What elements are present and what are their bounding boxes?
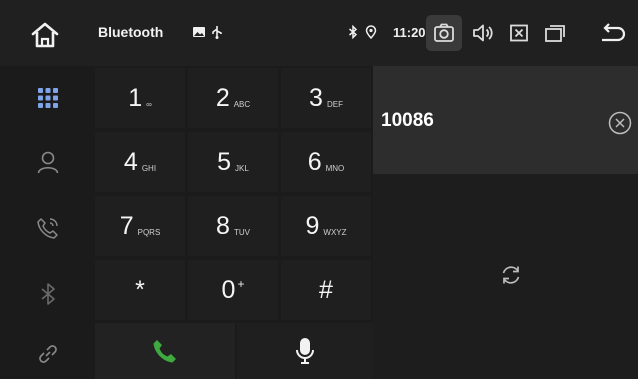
sidebar xyxy=(0,66,95,379)
dialpad-icon xyxy=(37,88,58,108)
recent-apps-icon[interactable] xyxy=(542,20,568,46)
key-2[interactable]: 2 ABC xyxy=(188,68,278,128)
back-icon[interactable] xyxy=(597,20,627,46)
key-hash[interactable]: # xyxy=(281,260,371,320)
bluetooth-icon xyxy=(40,283,55,305)
close-box-icon[interactable] xyxy=(506,20,532,46)
image-icon xyxy=(193,27,205,37)
number-display: 10086 xyxy=(373,66,638,174)
clock: 11:20 xyxy=(393,25,426,40)
usb-icon xyxy=(212,26,222,39)
phone-icon xyxy=(153,340,176,363)
key-1[interactable]: 1 ∞ xyxy=(95,68,185,128)
key-3[interactable]: 3 DEF xyxy=(281,68,371,128)
key-0[interactable]: 0 + xyxy=(188,260,278,320)
key-8[interactable]: 8 TUV xyxy=(188,196,278,256)
app-title: Bluetooth xyxy=(98,24,164,40)
sync-icon[interactable] xyxy=(498,262,524,288)
volume-icon[interactable] xyxy=(470,20,496,46)
call-actions xyxy=(95,323,373,379)
status-bar: Bluetooth 11:20 xyxy=(0,0,638,66)
clear-icon[interactable] xyxy=(607,110,633,136)
key-5[interactable]: 5 JKL xyxy=(188,132,278,192)
call-button[interactable] xyxy=(95,323,235,379)
results-panel xyxy=(373,174,638,379)
location-icon xyxy=(365,25,377,39)
sidebar-item-dialpad[interactable] xyxy=(0,68,95,128)
sidebar-item-call-log[interactable] xyxy=(0,198,95,258)
key-9[interactable]: 9 WXYZ xyxy=(281,196,371,256)
key-4[interactable]: 4 GHI xyxy=(95,132,185,192)
sidebar-item-link[interactable] xyxy=(0,324,95,379)
contacts-icon xyxy=(37,151,58,174)
key-7[interactable]: 7 PQRS xyxy=(95,196,185,256)
voice-button[interactable] xyxy=(237,323,373,379)
key-star[interactable]: * xyxy=(95,260,185,320)
microphone-icon xyxy=(296,338,314,364)
home-icon[interactable] xyxy=(28,18,62,52)
call-log-icon xyxy=(36,218,58,239)
keypad: 1 ∞ 2 ABC 3 DEF 4 GHI 5 JKL 6 MNO 7 PQRS 8 TUV 9… xyxy=(95,66,373,320)
sidebar-item-contacts[interactable] xyxy=(0,132,95,192)
link-icon xyxy=(38,345,57,363)
sidebar-item-bluetooth[interactable] xyxy=(0,264,95,324)
bluetooth-icon xyxy=(349,25,358,39)
dialed-number: 10086 xyxy=(381,110,434,131)
camera-icon xyxy=(434,23,454,42)
key-6[interactable]: 6 MNO xyxy=(281,132,371,192)
screenshot-button[interactable] xyxy=(426,15,462,51)
